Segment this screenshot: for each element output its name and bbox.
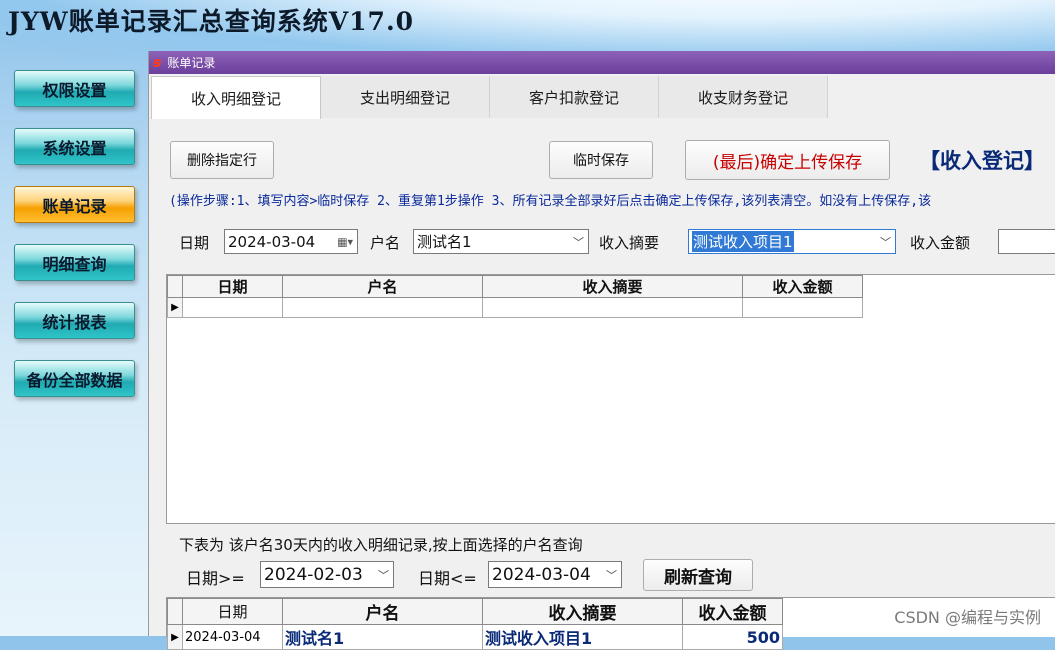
date-label: 日期: [179, 234, 210, 252]
column-header-name[interactable]: 户名: [282, 275, 483, 298]
column-header-amount[interactable]: 收入金额: [742, 275, 863, 298]
to-date-label: 日期<=: [418, 569, 477, 588]
tab-strip: 收入明细登记 支出明细登记 客户扣款登记 收支财务登记: [151, 76, 1055, 120]
nav-permission-settings[interactable]: 权限设置: [14, 70, 135, 107]
final-upload-save-button[interactable]: (最后)确定上传保存: [685, 140, 890, 180]
column-header-summary[interactable]: 收入摘要: [482, 275, 743, 298]
chevron-down-icon[interactable]: ﹀: [606, 567, 617, 583]
name-label: 户名: [370, 234, 401, 252]
from-date-value: 2024-02-03: [264, 564, 363, 585]
history-note: 下表为 该户名30天内的收入明细记录,按上面选择的户名查询: [179, 536, 583, 554]
income-register-heading: 【收入登记】: [919, 149, 1045, 173]
column-header-summary[interactable]: 收入摘要: [482, 598, 683, 625]
window-title: 账单记录: [167, 56, 216, 70]
column-header-date[interactable]: 日期: [182, 598, 283, 625]
summary-combobox[interactable]: 测试收入项目1 ﹀: [688, 229, 896, 254]
chevron-down-icon[interactable]: ﹀: [880, 234, 891, 250]
column-header-amount[interactable]: 收入金额: [682, 598, 783, 625]
table-row[interactable]: ▶ 2024-03-04 测试名1 测试收入项目1 500: [167, 624, 783, 650]
chevron-down-icon[interactable]: ﹀: [378, 567, 389, 583]
temp-save-button[interactable]: 临时保存: [549, 141, 653, 179]
date-picker[interactable]: 2024-03-04 ▦▾: [224, 229, 358, 254]
column-header-date[interactable]: 日期: [182, 275, 283, 298]
table-row[interactable]: ▶: [167, 297, 863, 318]
entry-grid[interactable]: 日期 户名 收入摘要 收入金额 ▶: [166, 274, 1055, 524]
app-logo-icon: ꞩ: [153, 54, 162, 71]
row-pointer-icon: ▶: [167, 297, 183, 318]
nav-detail-query[interactable]: 明细查询: [14, 244, 135, 281]
delete-row-button[interactable]: 删除指定行: [170, 141, 274, 179]
date-value: 2024-03-04: [228, 232, 316, 251]
amount-label: 收入金额: [910, 234, 971, 252]
from-date-picker[interactable]: 2024-02-03 ﹀: [260, 561, 394, 588]
amount-input[interactable]: [998, 229, 1055, 254]
row-pointer-icon: ▶: [167, 624, 183, 650]
to-date-picker[interactable]: 2024-03-04 ﹀: [488, 561, 622, 588]
to-date-value: 2024-03-04: [492, 564, 591, 585]
app-title: JYW账单记录汇总查询系统V17.0: [8, 7, 415, 36]
name-combobox[interactable]: 测试名1 ﹀: [413, 229, 589, 254]
history-table: 日期 户名 收入摘要 收入金额 ▶ 2024-03-04 测试名1 测试收入项目…: [167, 598, 783, 650]
cell-amount[interactable]: 500: [682, 624, 783, 650]
chevron-down-icon[interactable]: ﹀: [573, 234, 584, 250]
summary-value: 测试收入项目1: [692, 231, 794, 252]
watermark: CSDN @编程与实例: [894, 608, 1041, 627]
refresh-query-button[interactable]: 刷新查询: [643, 559, 753, 591]
nav-bill-records[interactable]: 账单记录: [14, 186, 135, 223]
window-title-bar: ꞩ 账单记录: [149, 51, 1055, 74]
tab-finance-registration[interactable]: 收支财务登记: [659, 76, 828, 118]
tab-customer-deduction[interactable]: 客户扣款登记: [490, 76, 659, 118]
column-header-name[interactable]: 户名: [282, 598, 483, 625]
income-panel: 删除指定行 临时保存 (最后)确定上传保存 【收入登记】 (操作步骤:1、填写内…: [151, 119, 1055, 650]
name-value: 测试名1: [417, 233, 472, 251]
tab-income-detail[interactable]: 收入明细登记: [151, 76, 321, 120]
summary-label: 收入摘要: [599, 234, 660, 252]
nav-backup-all-data[interactable]: 备份全部数据: [14, 360, 135, 397]
cell-date[interactable]: 2024-03-04: [182, 624, 283, 650]
entry-table: 日期 户名 收入摘要 收入金额 ▶: [167, 275, 863, 318]
nav-statistics-report[interactable]: 统计报表: [14, 302, 135, 339]
calendar-dropdown-icon[interactable]: ▦▾: [337, 235, 353, 248]
cell-summary[interactable]: 测试收入项目1: [482, 624, 683, 650]
tab-expense-detail[interactable]: 支出明细登记: [321, 76, 490, 118]
operation-hint: (操作步骤:1、填写内容>临时保存 2、重复第1步操作 3、所有记录全部录好后点…: [169, 194, 932, 209]
from-date-label: 日期>=: [186, 569, 245, 588]
bill-record-window: ꞩ 账单记录 收入明细登记 支出明细登记 客户扣款登记 收支财务登记 删除指定行…: [148, 51, 1055, 650]
nav-system-settings[interactable]: 系统设置: [14, 128, 135, 165]
cell-name[interactable]: 测试名1: [282, 624, 483, 650]
